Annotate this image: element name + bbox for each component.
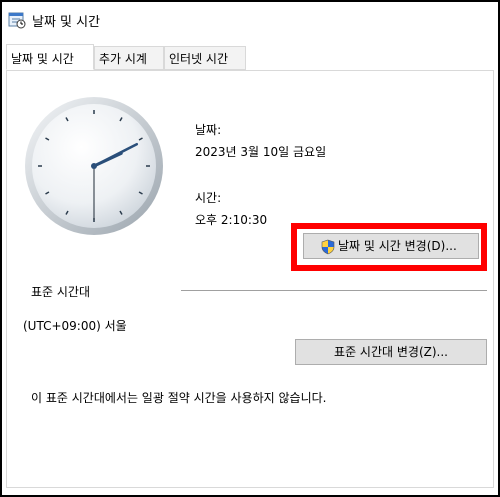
- time-value: 오후 2:10:30: [195, 213, 268, 227]
- tab-internet-time[interactable]: 인터넷 시간: [164, 46, 246, 70]
- analog-clock: [25, 97, 163, 235]
- section-divider: [181, 290, 487, 291]
- date-label: 날짜:: [195, 123, 222, 137]
- tab-additional-clocks[interactable]: 추가 시계: [94, 46, 164, 70]
- uac-shield-icon: [320, 239, 336, 255]
- change-date-time-label: 날짜 및 시간 변경(D)...: [338, 239, 457, 253]
- change-timezone-button[interactable]: 표준 시간대 변경(Z)...: [295, 339, 487, 365]
- timezone-value: (UTC+09:00) 서울: [23, 319, 127, 333]
- tab-date-time[interactable]: 날짜 및 시간: [6, 44, 94, 70]
- time-label: 시간:: [195, 191, 222, 205]
- tab-panel: 날짜: 2023년 3월 10일 금요일 시간: 오후 2:10:30 날짜 및…: [6, 70, 494, 488]
- timezone-section-label: 표준 시간대: [31, 285, 91, 299]
- date-time-window: 날짜 및 시간 날짜 및 시간 추가 시계 인터넷 시간 날짜: 2023년 3…: [0, 0, 500, 497]
- window-title: 날짜 및 시간: [32, 15, 101, 30]
- change-date-time-button[interactable]: 날짜 및 시간 변경(D)...: [303, 233, 479, 259]
- date-time-icon: [8, 11, 26, 29]
- title-bar: 날짜 및 시간: [2, 2, 498, 40]
- dst-note: 이 표준 시간대에서는 일광 절약 시간을 사용하지 않습니다.: [31, 391, 327, 405]
- date-value: 2023년 3월 10일 금요일: [195, 145, 327, 159]
